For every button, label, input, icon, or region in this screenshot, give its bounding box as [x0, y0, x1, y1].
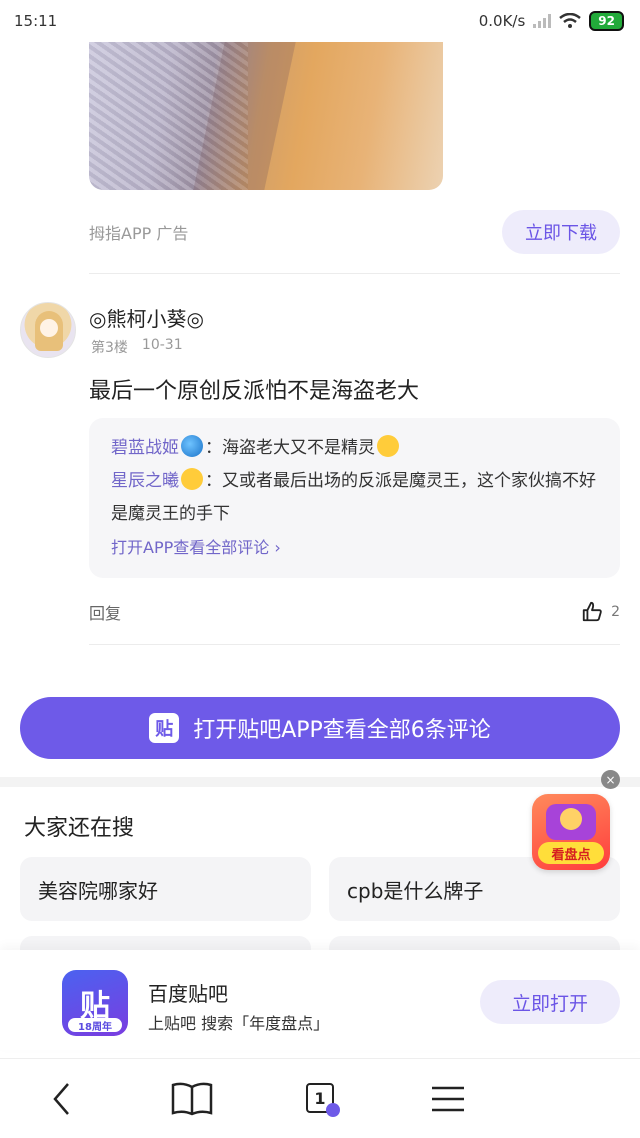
- tab-indicator-dot: [326, 1103, 340, 1117]
- reply-item: 星辰之曦 ：又或者最后出场的反派是魔灵王，这个家伙搞不好是魔灵王的手下: [111, 465, 598, 531]
- post-actions: 回复 2: [89, 596, 620, 628]
- thumbs-up-icon: [582, 601, 602, 622]
- bottom-nav: 1: [0, 1058, 640, 1138]
- floor-number: 第3楼: [91, 340, 128, 356]
- reply-button[interactable]: 回复: [89, 600, 121, 624]
- badge-decoration: [560, 808, 582, 830]
- tieba-logo-icon: 贴: [149, 713, 180, 743]
- annual-review-float-button[interactable]: 看盘点: [532, 794, 610, 870]
- reply-item: 碧蓝战姬 ：海盗老大又不是精灵: [111, 432, 598, 465]
- anniversary-badge: 18周年: [68, 1018, 122, 1033]
- wifi-icon: [559, 13, 582, 28]
- globe-emoji-icon: [181, 435, 203, 457]
- menu-icon: [432, 1086, 464, 1112]
- reply-author[interactable]: 星辰之曦: [111, 471, 179, 491]
- signal-icon: [533, 14, 552, 28]
- post-image[interactable]: [89, 42, 443, 190]
- tabs-button[interactable]: 1: [296, 1075, 344, 1123]
- post-date: 10-31: [141, 337, 183, 353]
- open-app-button[interactable]: 立即打开: [480, 980, 620, 1024]
- ad-download-button[interactable]: 立即下载: [502, 210, 620, 254]
- menu-button[interactable]: [424, 1075, 472, 1123]
- tieba-app-icon: 贴 18周年: [62, 970, 128, 1036]
- book-icon: [171, 1082, 213, 1116]
- status-time: 15:11: [14, 12, 58, 30]
- reply-text: ：海盗老大又不是精灵: [205, 438, 375, 458]
- reply-author[interactable]: 碧蓝战姬: [111, 438, 179, 458]
- like-count: 2: [611, 604, 620, 620]
- ad-row: 拇指APP 广告 立即下载: [89, 208, 620, 256]
- section-separator: [0, 777, 640, 787]
- network-speed: 0.0K/s: [478, 12, 526, 30]
- open-app-comments-button[interactable]: 贴 打开贴吧APP查看全部6条评论: [20, 697, 620, 759]
- bookmarks-button[interactable]: [168, 1075, 216, 1123]
- app-subtitle: 上贴吧 搜索「年度盘点」: [148, 1014, 330, 1033]
- post-text: 最后一个原创反派怕不是海盗老大: [89, 379, 420, 404]
- avatar-face: [40, 319, 58, 337]
- ad-label: 拇指APP 广告: [89, 224, 189, 243]
- app-name: 百度贴吧: [148, 982, 228, 1006]
- divider: [89, 273, 620, 274]
- back-button[interactable]: [38, 1075, 86, 1123]
- close-icon[interactable]: ×: [601, 770, 620, 789]
- status-bar: 15:11 0.0K/s 92: [0, 0, 640, 42]
- reply-preview[interactable]: 碧蓝战姬 ：海盗老大又不是精灵 星辰之曦 ：又或者最后出场的反派是魔灵王，这个家伙搞…: [89, 418, 620, 578]
- app-download-banner: 贴 18周年 百度贴吧 上贴吧 搜索「年度盘点」 立即打开: [0, 950, 640, 1050]
- cta-label: 打开贴吧APP查看全部6条评论: [193, 718, 491, 743]
- related-search-title: 大家还在搜: [24, 816, 135, 841]
- search-chip[interactable]: 美容院哪家好: [20, 857, 311, 921]
- float-badge-label: 看盘点: [538, 842, 604, 864]
- open-all-comments-link[interactable]: 打开APP查看全部评论 ›: [111, 531, 598, 564]
- avatar[interactable]: [20, 302, 76, 358]
- smug-emoji-icon: [377, 435, 399, 457]
- smug-emoji-icon: [181, 468, 203, 490]
- chevron-left-icon: [53, 1083, 69, 1115]
- like-button[interactable]: 2: [581, 601, 620, 623]
- battery-indicator: 92: [589, 11, 624, 31]
- status-indicators: 0.0K/s 92: [479, 11, 624, 31]
- divider: [89, 644, 620, 645]
- username[interactable]: ◎熊柯小葵◎: [89, 303, 204, 332]
- post-meta: 第3楼 10-31: [91, 337, 183, 357]
